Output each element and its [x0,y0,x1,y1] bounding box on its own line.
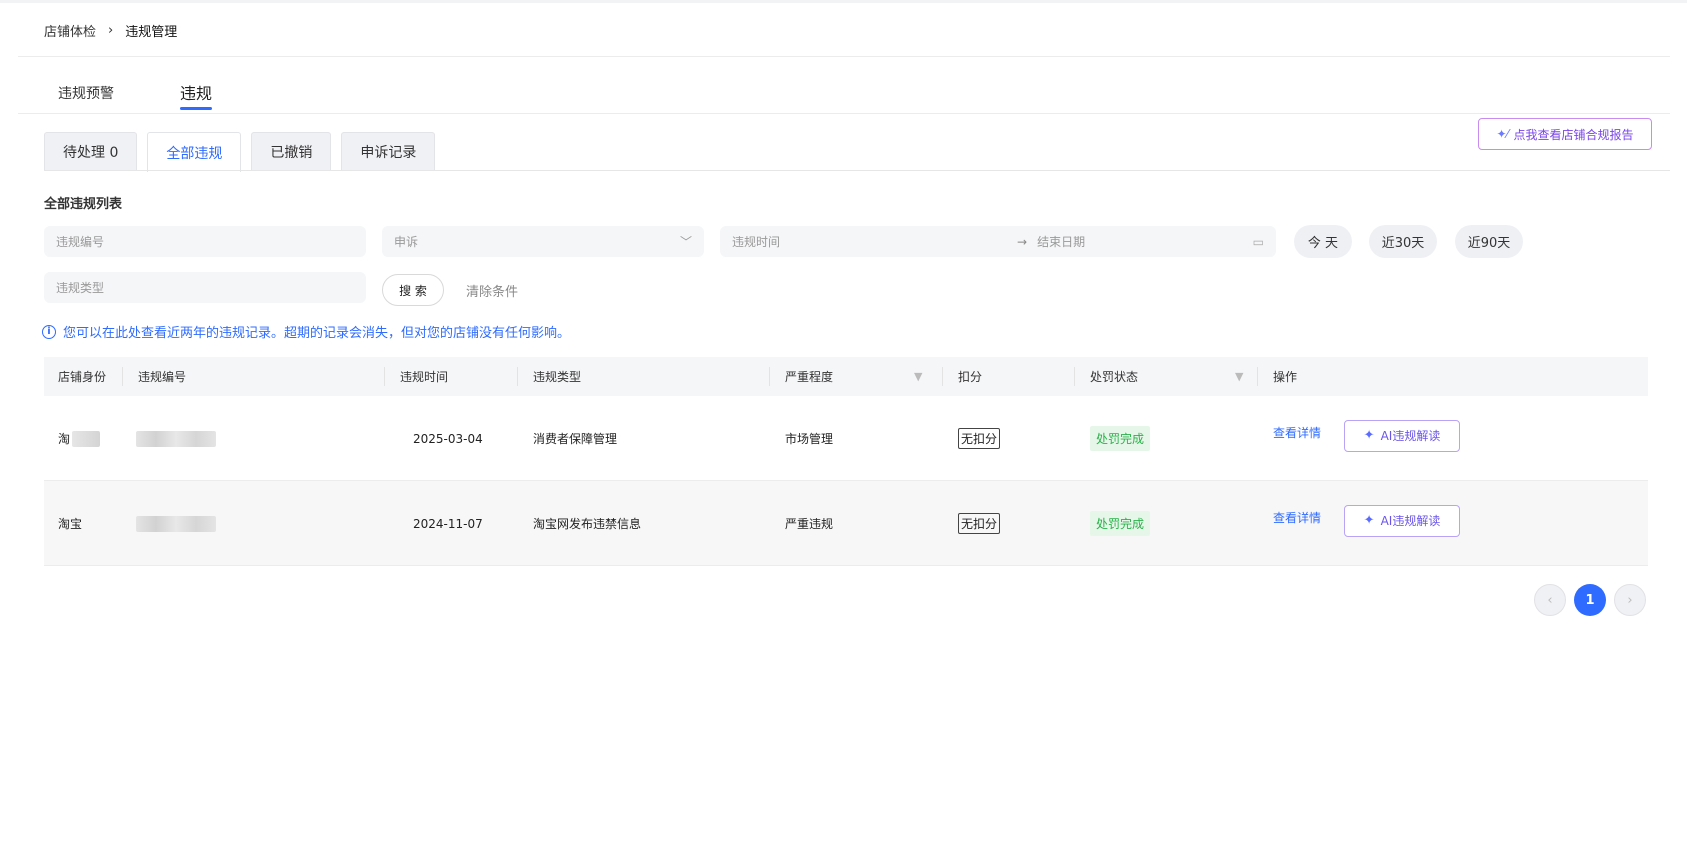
pagination-next-button[interactable]: › [1614,584,1646,616]
tab-violation[interactable]: 违规 [180,80,213,110]
status-filter-icon[interactable]: ▼ [1235,357,1249,396]
cell-code [136,481,216,566]
divider [44,170,1670,171]
quick-range-30-days[interactable]: 近30天 [1369,225,1437,258]
subtab-pending[interactable]: 待处理 0 [44,132,138,171]
view-detail-link[interactable]: 查看详情 [1273,509,1321,526]
redacted-code [136,430,216,447]
ai-interpret-button[interactable]: ✦ AI违规解读 [1344,419,1460,452]
notice: i 您可以在此处查看近两年的违规记录。超期的记录会消失，但对您的店铺没有任何影响… [42,322,570,341]
cell-type: 淘宝网发布违禁信息 [533,517,642,531]
cell-status: 处罚完成 [1090,481,1151,566]
header-shop: 店铺身份 [58,370,107,384]
ai-interpret-button[interactable]: ✦ AI违规解读 [1344,504,1460,537]
cell-ai: ✦ AI违规解读 [1344,396,1460,481]
violation-code-placeholder: 违规编号 [56,235,105,249]
header-deduct: 扣分 [942,357,982,396]
cell-deduct: 无扣分 [958,396,1001,481]
subtab-all-violations[interactable]: 全部违规 [147,132,242,172]
cell-shop: 淘 [58,396,101,481]
cell-time: 2024-11-07 [413,516,483,531]
header-code: 违规编号 [122,357,186,396]
sub-tabs: 待处理 0 全部违规 已撤销 申诉记录 [44,132,445,172]
subtab-appeal-records[interactable]: 申诉记录 [341,132,436,171]
compliance-report-label: 点我查看店铺合规报告 [1513,127,1634,142]
calendar-icon: ▭ [1252,234,1264,249]
view-detail-link[interactable]: 查看详情 [1273,424,1321,441]
divider [18,113,1670,114]
breadcrumb-current: 违规管理 [125,24,178,40]
tab-violation-warning[interactable]: 违规预警 [58,80,114,103]
cell-deduct: 无扣分 [958,481,1001,566]
violation-type-input[interactable]: 违规类型 [44,272,366,303]
violations-table: 店铺身份 违规编号 违规时间 违规类型 严重程度 ▼ 扣分 处罚状态 ▼ 操作 … [44,357,1648,566]
date-label: 违规时间 [732,235,781,249]
sparkle-icon: ✦⁄ [1496,127,1509,141]
table-row: 淘宝 2024-11-07 淘宝网发布违禁信息 严重违规 无扣分 处罚完成 查看… [44,481,1648,566]
quick-range-today[interactable]: 今 天 [1294,225,1352,258]
top-border [0,0,1687,3]
pagination-prev-button[interactable]: ‹ [1534,584,1566,616]
header-type: 违规类型 [517,357,581,396]
subtab-revoked[interactable]: 已撤销 [251,132,332,171]
quick-range-90-days[interactable]: 近90天 [1455,225,1523,258]
appeal-select[interactable]: 申诉 ﹀ [382,226,704,257]
compliance-report-button[interactable]: ✦⁄ 点我查看店铺合规报告 [1478,118,1652,150]
list-title: 全部违规列表 [44,197,123,212]
violation-type-placeholder: 违规类型 [56,281,105,295]
severity-filter-icon[interactable]: ▼ [914,357,928,396]
end-date-placeholder: 结束日期 [1037,235,1086,249]
redacted-shop [72,430,101,447]
breadcrumb-separator: › [108,22,114,38]
table-row: 淘 2025-03-04 消费者保障管理 市场管理 无扣分 处罚完成 查看详情 … [44,396,1648,481]
chevron-down-icon: ﹀ [679,235,692,249]
violation-code-input[interactable]: 违规编号 [44,226,366,257]
redacted-code [136,515,216,532]
notice-text: 您可以在此处查看近两年的违规记录。超期的记录会消失，但对您的店铺没有任何影响。 [63,326,571,341]
sparkle-icon: ✦ [1363,428,1375,443]
sparkle-icon: ✦ [1363,513,1375,528]
info-icon: i [42,324,56,339]
cell-ai: ✦ AI违规解读 [1344,481,1460,566]
status-badge: 处罚完成 [1090,511,1151,536]
pagination-page-1[interactable]: 1 [1574,584,1606,616]
cell-shop: 淘宝 [58,517,83,531]
header-time: 违规时间 [384,357,448,396]
divider [18,56,1670,57]
deduct-badge: 无扣分 [958,513,1001,534]
header-severity: 严重程度 [769,357,833,396]
main-tabs: 违规预警 违规 [58,80,278,114]
cell-code [136,396,216,481]
cell-time: 2025-03-04 [413,431,483,446]
status-badge: 处罚完成 [1090,426,1151,451]
violation-date-range[interactable]: 违规时间 → 结束日期 ▭ [720,226,1276,257]
cell-detail: 查看详情 [1273,390,1321,475]
breadcrumb: 店铺体检 › 违规管理 [44,20,177,40]
cell-detail: 查看详情 [1273,475,1321,560]
appeal-select-value: 申诉 [394,235,419,249]
cell-type: 消费者保障管理 [533,432,618,446]
search-button[interactable]: 搜 索 [382,274,444,306]
cell-severity: 市场管理 [785,432,834,446]
breadcrumb-parent[interactable]: 店铺体检 [44,21,96,40]
arrow-right-icon: → [1017,234,1028,249]
deduct-badge: 无扣分 [958,428,1001,449]
header-status: 处罚状态 [1074,357,1138,396]
clear-filters-button[interactable]: 清除条件 [466,281,518,300]
table-header: 店铺身份 违规编号 违规时间 违规类型 严重程度 ▼ 扣分 处罚状态 ▼ 操作 [44,357,1648,396]
cell-severity: 严重违规 [785,517,834,531]
cell-status: 处罚完成 [1090,396,1151,481]
